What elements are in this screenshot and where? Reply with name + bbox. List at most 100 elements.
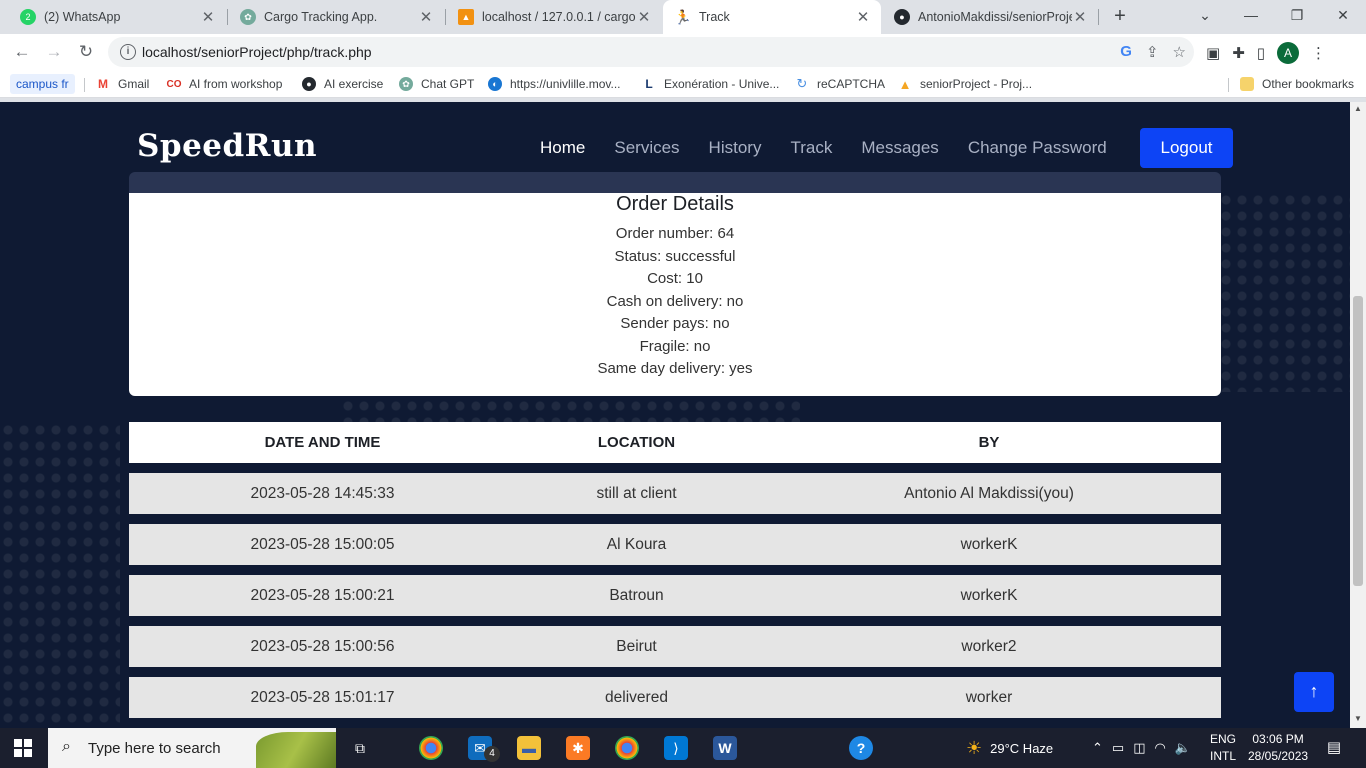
minimize-button[interactable]: —	[1228, 0, 1274, 30]
taskbar-search[interactable]: ⌕ Type here to search	[48, 728, 336, 768]
windows-start-icon[interactable]	[14, 739, 32, 757]
task-view-icon[interactable]: ⧉	[348, 736, 372, 760]
close-window-button[interactable]: ✕	[1320, 0, 1366, 30]
bookmark-univlille[interactable]: ◐ https://univlille.mov...	[488, 74, 620, 94]
order-number: Order number: 64	[615, 225, 735, 242]
tab-track[interactable]: 🏃 Track ✕	[663, 0, 881, 34]
bookmark-other[interactable]: Other bookmarks	[1240, 74, 1354, 94]
order-same-day: Same day delivery: yes	[597, 360, 753, 377]
tab-title: (2) WhatsApp	[44, 10, 121, 24]
notifications-icon[interactable]: ▤	[1322, 736, 1346, 760]
extension-icon[interactable]: ▣	[1206, 44, 1220, 62]
bookmark-seniorproject[interactable]: ▲ seniorProject - Proj...	[898, 74, 1032, 94]
table-row: 2023-05-28 15:00:56 Beirut worker2	[129, 626, 1221, 667]
order-fragile: Fragile: no	[639, 337, 711, 355]
cell-location: Al Koura	[606, 535, 667, 553]
mail-badge: 4	[484, 746, 500, 762]
scrollbar-thumb[interactable]	[1353, 296, 1363, 586]
bookmark-label: AI from workshop	[189, 77, 283, 91]
cell-by: Antonio Al Makdissi(you)	[904, 484, 1074, 502]
address-bar[interactable]: i localhost/seniorProject/php/track.php …	[108, 37, 1194, 67]
clock-date: 28/05/2023	[1248, 749, 1309, 763]
cell-location: Batroun	[609, 586, 664, 604]
github-icon: ●	[302, 77, 316, 91]
battery-icon[interactable]: ▭	[1112, 740, 1124, 756]
bookmark-exoneration[interactable]: L Exonération - Unive...	[642, 74, 779, 94]
tab-search-chevron-icon[interactable]: ⌄	[1182, 0, 1228, 30]
tab-whatsapp[interactable]: 2 (2) WhatsApp ✕	[8, 0, 226, 34]
nav-history[interactable]: History	[709, 138, 762, 158]
nav-track[interactable]: Track	[790, 138, 832, 158]
search-highlight-image	[256, 732, 336, 768]
chevron-up-icon[interactable]: ⌃	[1092, 740, 1103, 756]
side-panel-icon[interactable]: ▯	[1257, 44, 1265, 62]
language-indicator[interactable]: ENG INTL	[1210, 731, 1236, 765]
brand-logo[interactable]: SpeedRun	[137, 128, 317, 164]
tab-phpmyadmin[interactable]: ▲ localhost / 127.0.0.1 / cargoa ✕	[446, 0, 662, 34]
wifi-icon[interactable]: ◠	[1155, 740, 1166, 756]
bookmark-label: reCAPTCHA	[817, 77, 886, 91]
chrome-profile-icon[interactable]	[615, 736, 639, 760]
cell-by: workerK	[960, 535, 1018, 553]
forward-icon[interactable]: →	[42, 40, 66, 64]
table-row: 2023-05-28 14:45:33 still at client Anto…	[129, 473, 1221, 514]
help-icon[interactable]: ?	[849, 736, 873, 760]
avatar[interactable]: A	[1277, 42, 1300, 64]
close-icon[interactable]: ✕	[418, 8, 434, 26]
volume-icon[interactable]: 🔈	[1175, 740, 1191, 756]
github-icon: ●	[894, 9, 910, 25]
bookmark-recaptcha[interactable]: ↻ reCAPTCHA	[795, 74, 885, 94]
menu-icon[interactable]: ⋮	[1311, 44, 1326, 62]
logout-button[interactable]: Logout	[1140, 128, 1233, 168]
nav-change-password[interactable]: Change Password	[968, 138, 1107, 158]
tab-github[interactable]: ● AntonioMakdissi/seniorProje ✕	[882, 0, 1098, 34]
close-icon[interactable]: ✕	[855, 8, 871, 26]
bookmarks-bar: campus fr M Gmail CO AI from workshop ● AI …	[0, 70, 1366, 98]
bookmark-gmail[interactable]: M Gmail	[96, 74, 149, 94]
bookmark-ai-exercise[interactable]: ● AI exercise	[302, 74, 383, 94]
scroll-down-arrow-icon[interactable]: ▼	[1350, 714, 1366, 723]
scroll-to-top-button[interactable]: ↑	[1294, 672, 1334, 712]
google-icon[interactable]: G	[1120, 43, 1132, 61]
close-icon[interactable]: ✕	[636, 8, 652, 26]
site-info-icon[interactable]: i	[120, 44, 136, 60]
card-header-strip	[129, 172, 1221, 194]
url-text[interactable]: localhost/seniorProject/php/track.php	[142, 44, 372, 60]
back-icon[interactable]: ←	[10, 40, 34, 64]
vscode-icon[interactable]: ⟩	[664, 736, 688, 760]
word-icon[interactable]: W	[713, 736, 737, 760]
whatsapp-icon: 2	[20, 9, 36, 25]
chatgpt-icon: ✿	[240, 9, 256, 25]
bookmark-star-icon[interactable]: ☆	[1173, 43, 1186, 61]
puzzle-icon[interactable]: ✚	[1232, 44, 1245, 62]
close-icon[interactable]: ✕	[200, 8, 216, 26]
file-explorer-icon[interactable]: ▬	[517, 736, 541, 760]
order-sender-pays: Sender pays: no	[620, 315, 730, 332]
main-nav: Home Services History Track Messages Cha…	[540, 138, 1136, 158]
bookmark-campus-fr[interactable]: campus fr	[10, 74, 75, 94]
nav-home[interactable]: Home	[540, 138, 585, 158]
order-cash-on-delivery: Cash on delivery: no	[606, 292, 744, 310]
gmail-icon: M	[98, 77, 108, 91]
page-scrollbar[interactable]: ▲ ▼	[1350, 102, 1366, 728]
bookmark-chat-gpt[interactable]: ✿ Chat GPT	[399, 74, 474, 94]
share-icon[interactable]: ⇪	[1146, 43, 1159, 61]
chrome-icon[interactable]	[419, 736, 443, 760]
phpmyadmin-icon: ▲	[458, 9, 474, 25]
new-tab-button[interactable]: +	[1108, 4, 1132, 28]
nav-messages[interactable]: Messages	[861, 138, 938, 158]
reload-icon[interactable]: ↻	[74, 40, 98, 64]
close-icon[interactable]: ✕	[1072, 8, 1088, 26]
nav-services[interactable]: Services	[614, 138, 679, 158]
bookmark-ai-workshop[interactable]: CO AI from workshop	[167, 74, 283, 94]
clock[interactable]: 03:06 PM 28/05/2023	[1248, 731, 1308, 765]
scroll-up-arrow-icon[interactable]: ▲	[1350, 104, 1366, 113]
restore-button[interactable]: ❐	[1274, 0, 1320, 30]
tab-cargo-tracking[interactable]: ✿ Cargo Tracking App. ✕	[228, 0, 444, 34]
haze-sun-icon: ☀	[966, 737, 983, 758]
page-viewport: SpeedRun Home Services History Track Mes…	[0, 102, 1350, 728]
weather-widget[interactable]: ☀ 29°C Haze	[966, 728, 1053, 768]
xampp-icon[interactable]: ✱	[566, 736, 590, 760]
meet-now-icon[interactable]: ◫	[1133, 740, 1145, 756]
browser-tab-strip: 2 (2) WhatsApp ✕ ✿ Cargo Tracking App. ✕…	[0, 0, 1366, 34]
